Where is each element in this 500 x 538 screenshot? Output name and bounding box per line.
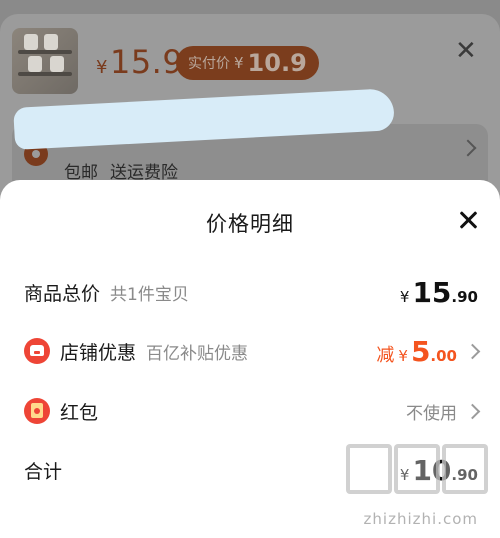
store-icon: [24, 338, 50, 364]
row-label: 合计: [24, 460, 63, 483]
row-value: ¥15.90: [400, 272, 478, 312]
row-label: 红包: [60, 401, 99, 424]
row-store-discount[interactable]: 店铺优惠 百亿补贴优惠 减 ¥5.00: [0, 331, 500, 371]
row-red-packet[interactable]: 红包 不使用: [0, 391, 500, 431]
discount-prefix: 减: [376, 344, 395, 366]
watermark-text: zhizhizhi.com: [363, 510, 478, 528]
price-int: 5: [410, 334, 431, 368]
row-goods-total: 商品总价 共1件宝贝 ¥15.90: [0, 272, 500, 312]
price-dec: .90: [451, 287, 478, 306]
red-packet-icon: [24, 398, 50, 424]
background-price: ¥15.9: [96, 44, 183, 86]
price-dec: .00: [430, 346, 457, 365]
price-value: 15.9: [109, 43, 184, 81]
yen-symbol: ¥: [96, 57, 108, 78]
yen-symbol: ¥: [398, 346, 408, 365]
close-icon[interactable]: [456, 208, 480, 232]
chevron-right-icon: [464, 403, 481, 419]
price-int: 15: [412, 275, 452, 309]
chevron-right-icon: [464, 343, 481, 359]
real-price-value: 10.9: [247, 49, 307, 77]
row-label: 店铺优惠: [60, 341, 137, 364]
background-close-icon: ✕: [455, 36, 477, 66]
row-label: 商品总价: [24, 282, 101, 305]
watermark-logo: [342, 444, 492, 504]
row-sub: 共1件宝贝: [110, 284, 189, 305]
product-thumbnail: [12, 28, 78, 94]
red-packet-value: 不使用: [406, 403, 457, 424]
real-price-label: 实付价: [188, 56, 230, 72]
real-price-badge: 实付价 ¥ 10.9: [176, 46, 319, 80]
yen-symbol: ¥: [234, 54, 244, 72]
row-sub: 百亿补贴优惠: [146, 343, 249, 364]
sheet-title: 价格明细: [206, 212, 294, 236]
yen-symbol: ¥: [399, 287, 410, 306]
row-value: 减 ¥5.00: [376, 331, 481, 371]
row-value: 不使用: [406, 391, 481, 431]
